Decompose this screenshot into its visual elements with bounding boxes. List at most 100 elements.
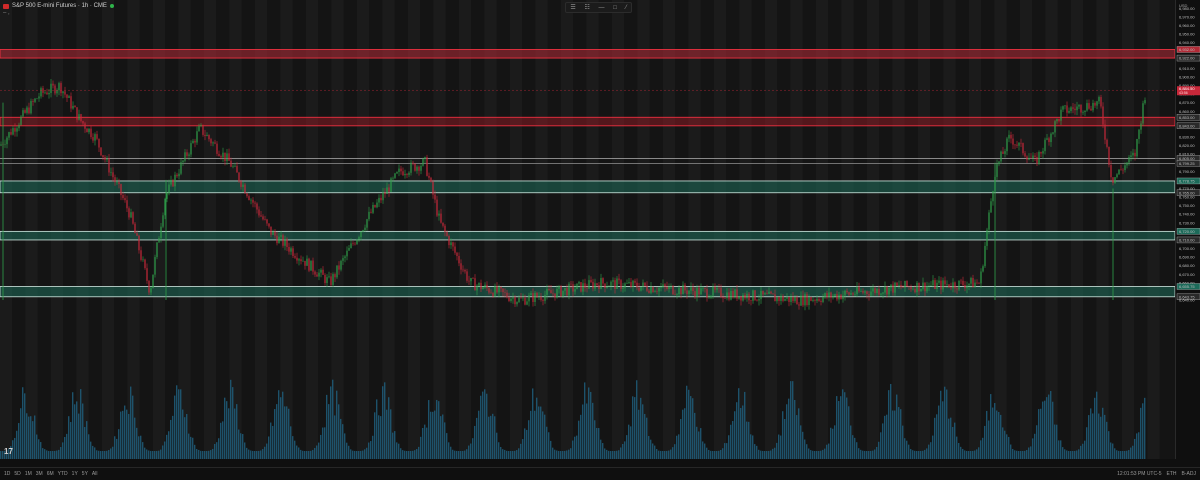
volume-bar [502,449,504,459]
candle-body [402,171,404,176]
volume-bar [706,447,708,459]
candle-body [46,92,48,95]
chart-area[interactable]: S&P 500 E-mini Futures · 1h · CME – , ☰ … [0,0,1175,459]
candle-body [170,179,172,185]
candle-body [596,283,598,286]
candle-body [362,230,364,232]
candle-body [798,304,800,306]
timeframe-1m[interactable]: 1M [25,471,32,477]
volume-bar [660,450,662,459]
volume-bar [734,411,736,459]
rectangle-icon[interactable]: □ [613,5,617,11]
candle-body [180,162,182,174]
symbol-title[interactable]: S&P 500 E-mini Futures · 1h · CME [12,3,107,9]
candle-body [490,292,492,294]
minus-icon[interactable]: — [599,5,605,11]
zone-green_mid[interactable] [0,230,1175,241]
candle-body [820,300,822,302]
candle-body [1026,156,1028,160]
volume-bar [150,450,152,459]
volume-bar [906,440,908,459]
timeframe-ytd[interactable]: YTD [58,471,68,477]
candle-body [740,296,742,301]
candle-body [292,248,294,257]
candle-body [264,219,266,221]
candle-body [244,184,246,194]
volume-bar [936,414,938,459]
candle-body [898,284,900,286]
time-axis[interactable]: 12:00 PM12:00 PM512:00 PM6912:00 PM1012:… [0,459,1175,471]
candle-body [272,231,274,235]
volume-bar [708,449,710,459]
clock[interactable]: 12:01:53 PM UTC-5 [1117,471,1161,477]
ray-icon[interactable]: ⁄ [626,5,627,11]
candle-body [310,260,312,271]
volume-bar [414,450,416,459]
session-band [1096,0,1109,459]
candle-body [980,271,982,284]
timeframe-1d[interactable]: 1D [4,471,10,477]
timeframe-all[interactable]: All [92,471,98,477]
volume-bar [298,447,300,459]
price-axis[interactable]: USD 6,980.00 6,970.00 6,960.00 6,950.00 6,94… [1175,0,1200,459]
volume-bar [1098,413,1100,459]
adjustment-toggle[interactable]: B-ADJ [1182,471,1196,477]
candle-body [62,91,64,94]
volume-bar [1080,445,1082,459]
volume-bar [1138,432,1140,459]
price-label: 6,799.25 [1179,161,1195,166]
candle-body [964,284,966,289]
layout-alt-icon[interactable]: ☷ [584,4,589,11]
candle-body [358,237,360,240]
zone-green_upper[interactable] [0,180,1175,194]
candle-body [160,226,162,239]
volume-bar [1140,407,1142,459]
candle-body [516,301,518,305]
volume-bar [860,449,862,459]
volume-bar [1034,433,1036,459]
currency-label[interactable]: USD [1179,3,1187,8]
candle-body [550,290,552,294]
price-chart[interactable] [0,0,1175,459]
volume-bar [360,450,362,459]
session-toggle[interactable]: ETH [1167,471,1177,477]
volume-bar [534,410,536,459]
timeframe-5d[interactable]: 5D [14,471,20,477]
volume-bar [24,393,26,459]
timeframe-5y[interactable]: 5Y [82,471,88,477]
volume-bar [390,409,392,459]
volume-bar [738,388,740,459]
volume-bar [116,438,118,459]
candle-body [886,286,888,295]
volume-bar [954,422,956,459]
layout-icon[interactable]: ☰ [570,4,575,11]
candle-body [284,239,286,246]
candle-body [706,288,708,298]
candle-body [270,226,272,235]
tradingview-logo[interactable]: 17 [4,447,13,456]
volume-bar [1044,400,1046,459]
candle-body [794,297,796,302]
candle-body [316,274,318,277]
zone-red_top[interactable] [0,49,1175,59]
candle-body [186,152,188,156]
timeframe-1y[interactable]: 1Y [72,471,78,477]
volume-bar [476,417,478,459]
session-band [433,0,446,459]
candle-body [60,83,62,94]
candle-body [974,282,976,288]
volume-bar [48,450,50,459]
volume-bar [120,411,122,459]
volume-bar [806,444,808,459]
volume-bar [1094,397,1096,459]
candle-body [328,276,330,278]
timeframe-3m[interactable]: 3M [36,471,43,477]
candle-body [756,299,758,301]
timeframe-6m[interactable]: 6M [47,471,54,477]
volume-bar [202,450,204,459]
session-band [1020,0,1032,459]
volume-bar [594,420,596,459]
zone-red_mid[interactable] [0,116,1175,127]
volume-bar [94,447,96,459]
volume-bar [762,450,764,459]
